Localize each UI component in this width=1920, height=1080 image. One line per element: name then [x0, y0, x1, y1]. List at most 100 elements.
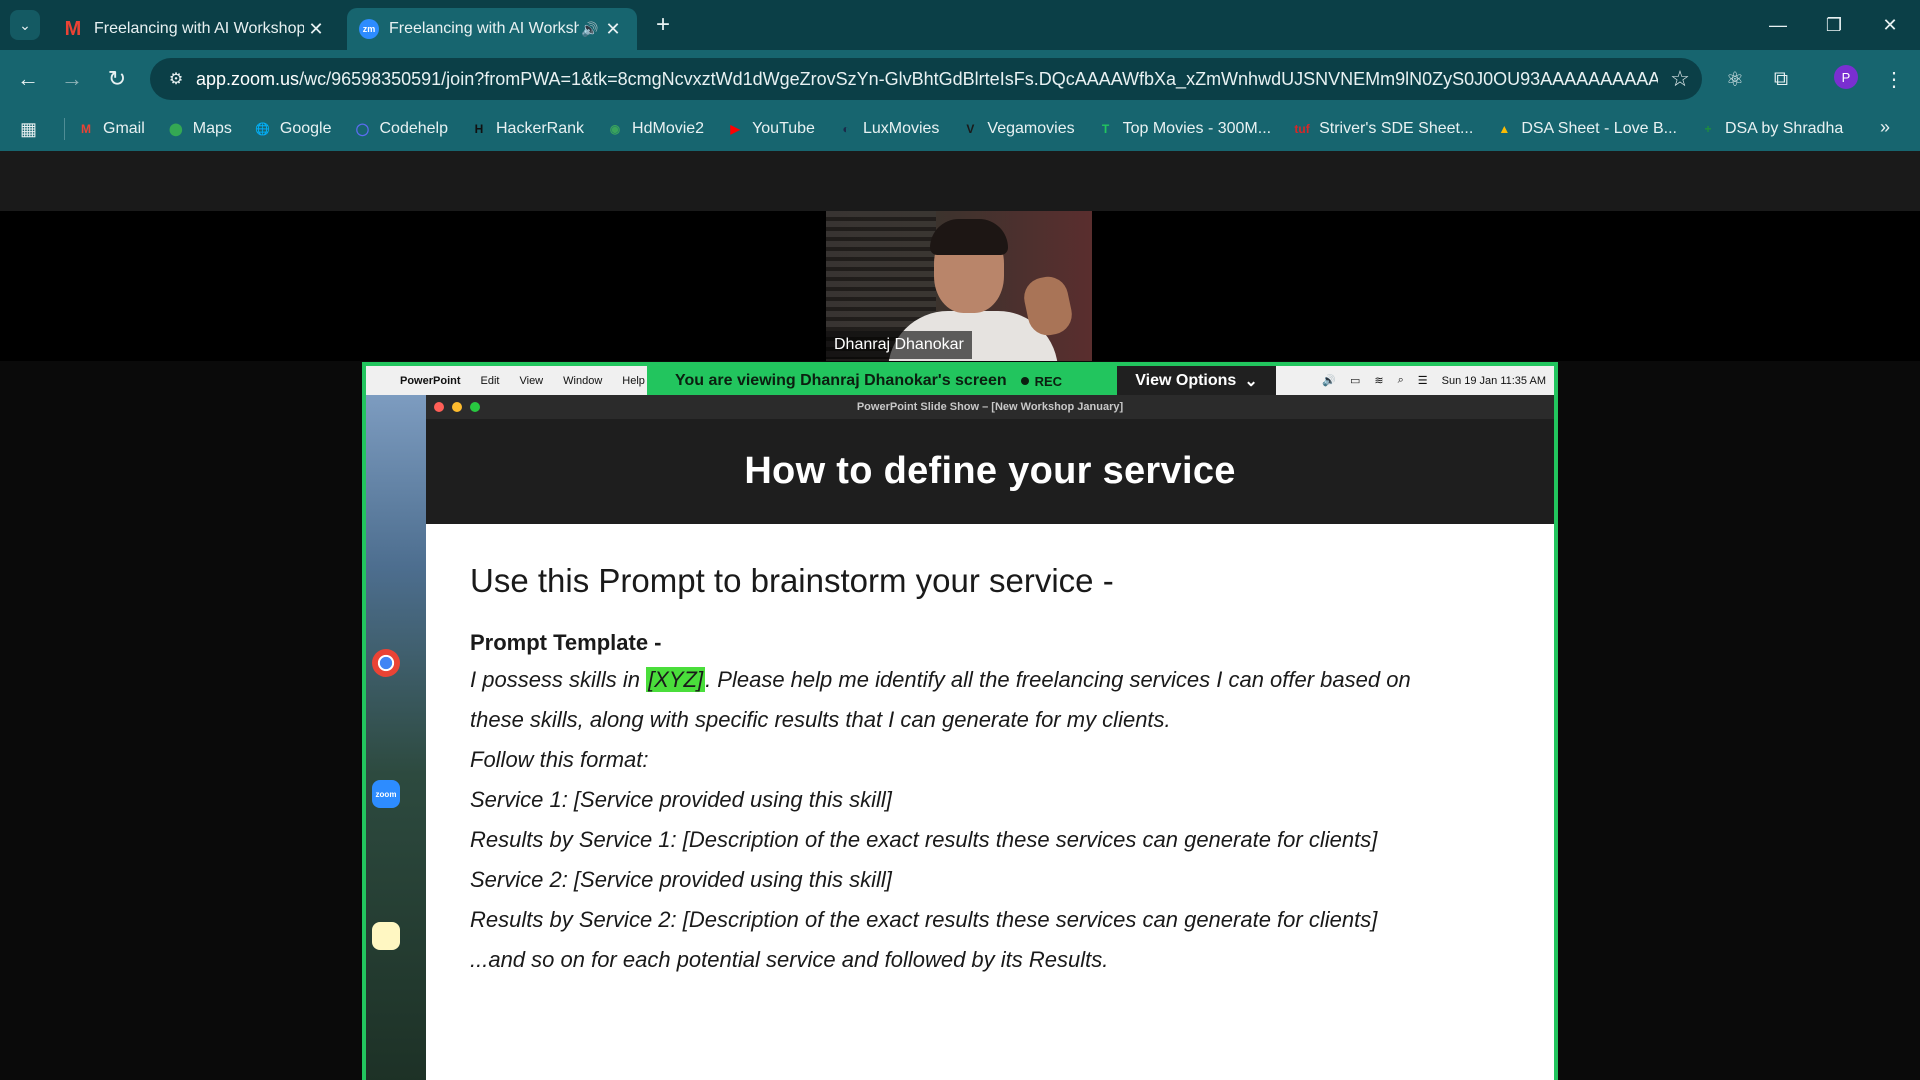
bookmark-label: DSA Sheet - Love B... — [1521, 120, 1677, 137]
mac-desktop: zoom — [366, 395, 426, 1080]
vegamovies-icon: V — [966, 122, 975, 136]
notes-icon — [372, 922, 400, 950]
browser-toolbar: ← → ↻ ⚙ app.zoom.us/wc/96598350591/join?… — [0, 50, 1920, 107]
bookmark-google[interactable]: 🌐 Google — [254, 120, 332, 138]
reload-icon[interactable]: ↻ — [101, 63, 133, 95]
minimize-icon[interactable]: — — [1750, 0, 1806, 50]
bookmark-label: DSA by Shradha — [1724, 120, 1844, 137]
share-banner-text: You are viewing Dhanraj Dhanokar's scree… — [675, 372, 1007, 389]
bookmark-dsa-sheet-love-b[interactable]: ▲ DSA Sheet - Love B... — [1495, 120, 1677, 138]
bookmark-youtube[interactable]: ▶ YouTube — [726, 120, 815, 138]
bookmark-maps[interactable]: ⬤ Maps — [167, 120, 232, 138]
url-path: /wc/96598350591/join?fromPWA=1&tk=8cmgNc… — [299, 68, 1658, 89]
battery-icon: ▭ — [1349, 375, 1361, 387]
youtube-icon: ▶ — [730, 122, 740, 136]
sheets-icon: + — [1704, 122, 1712, 136]
forward-arrow-icon[interactable]: → — [56, 63, 88, 95]
mac-menu-help: Help — [622, 374, 645, 387]
bookmark-codehelp[interactable]: ◯ Codehelp — [354, 120, 449, 138]
bookmark-hdmovie2[interactable]: ◉ HdMovie2 — [606, 120, 704, 138]
view-options-button[interactable]: View Options ⌄ — [1117, 366, 1276, 396]
bookmark-label: Google — [279, 120, 332, 137]
zoom-meeting-area: Dhanraj Dhanokar PowerPoint Edit View Wi… — [0, 151, 1920, 1080]
prompt-line-start: I possess skills in — [470, 667, 647, 692]
globe-icon: 🌐 — [255, 122, 271, 136]
bookmark-label: HdMovie2 — [632, 120, 705, 137]
volume-icon: 🔊 — [1322, 375, 1336, 387]
powerpoint-window: PowerPoint Slide Show – [New Workshop Ja… — [426, 395, 1554, 1080]
close-window-icon[interactable]: ✕ — [1862, 0, 1918, 50]
gmail-icon: M — [81, 122, 91, 136]
mac-status-area: 🔊 ▭ ≋ ⌕ ☰ Sun 19 Jan 11:35 AM — [1308, 366, 1546, 395]
participant-hair — [930, 219, 1008, 255]
close-tab-icon[interactable]: ✕ — [601, 19, 625, 40]
spotlight-search-icon: ⌕ — [1397, 374, 1404, 386]
restore-icon[interactable]: ❐ — [1806, 0, 1862, 50]
drive-icon: ▲ — [1498, 122, 1511, 136]
bookmark-label: Gmail — [103, 120, 145, 137]
prompt-line: Follow this format: — [470, 747, 649, 772]
bookmark-star-icon[interactable]: ☆ — [1658, 66, 1702, 92]
profile-avatar[interactable]: P — [1834, 65, 1858, 89]
bookmarks-list: M Gmail ⬤ Maps 🌐 Google ◯ Codehelp H HackerRank ◉ H… — [77, 120, 1865, 138]
recording-indicator: REC — [1020, 374, 1062, 389]
tab-inactive[interactable]: M Freelancing with AI Workshop ( ✕ — [50, 8, 340, 50]
bookmark-hackerrank[interactable]: H HackerRank — [470, 120, 584, 138]
bookmark-label: Vegamovies — [987, 120, 1075, 137]
prompt-line: I possess skills in [XYZ]. Please help m… — [470, 660, 1554, 700]
tab-active[interactable]: zm Freelancing with AI Worksh 🔊 ✕ — [347, 8, 637, 50]
share-banner: You are viewing Dhanraj Dhanokar's scree… — [647, 366, 1117, 396]
slide-body: Use this Prompt to brainstorm your servi… — [426, 524, 1554, 1080]
mac-clock: Sun 19 Jan 11:35 AM — [1441, 374, 1546, 387]
zoom-top-bar — [0, 151, 1920, 211]
bookmark-gmail[interactable]: M Gmail — [77, 120, 145, 138]
bookmark-vegamovies[interactable]: V Vegamovies — [961, 120, 1074, 138]
tab-title: Freelancing with AI Worksh — [389, 20, 579, 37]
bookmark-label: LuxMovies — [862, 120, 940, 137]
codehelp-icon: ◯ — [355, 122, 370, 136]
tab-search-chevron-icon[interactable]: ⌄ — [10, 10, 40, 40]
tuf-icon: tuf — [1294, 122, 1310, 136]
tab-title: Freelancing with AI Workshop ( — [94, 20, 304, 37]
zoom-icon: zm — [359, 19, 379, 39]
new-tab-button[interactable]: + — [648, 10, 678, 40]
slide-subtitle: Use this Prompt to brainstorm your servi… — [470, 562, 1114, 599]
react-devtools-icon[interactable]: ⚛ — [1719, 63, 1751, 95]
bookmark-label: Top Movies - 300M... — [1122, 120, 1272, 137]
mac-menu-edit: Edit — [480, 374, 500, 387]
speaker-icon[interactable]: 🔊 — [579, 21, 601, 38]
bookmark-striver-s-sde-sheet[interactable]: tuf Striver's SDE Sheet... — [1293, 120, 1473, 138]
prompt-line: Results by Service 1: [Description of th… — [470, 827, 1378, 852]
bookmarks-bar: ▦ M Gmail ⬤ Maps 🌐 Google ◯ Codehelp H HackerRank… — [0, 107, 1920, 151]
address-bar[interactable]: ⚙ app.zoom.us/wc/96598350591/join?fromPW… — [150, 58, 1702, 100]
back-arrow-icon[interactable]: ← — [12, 63, 44, 95]
site-info-icon[interactable]: ⚙ — [156, 69, 196, 89]
extensions-puzzle-icon[interactable]: ⧉ — [1765, 63, 1797, 95]
bookmark-label: YouTube — [752, 120, 815, 137]
url-text[interactable]: app.zoom.us/wc/96598350591/join?fromPWA=… — [196, 69, 1658, 90]
record-dot-icon — [1020, 377, 1029, 385]
mac-menu-window: Window — [563, 374, 603, 387]
apps-grid-icon[interactable]: ▦ — [20, 119, 46, 140]
bookmark-label: Codehelp — [379, 120, 449, 137]
prompt-line: Service 2: [Service provided using this … — [470, 867, 892, 892]
more-bookmarks-icon[interactable]: » — [1880, 117, 1890, 138]
slide-title: How to define your service — [426, 419, 1554, 524]
chrome-menu-icon[interactable]: ⋮ — [1878, 63, 1910, 95]
mac-menu-view: View — [519, 374, 544, 387]
prompt-line-rest: . Please help me identify all the freela… — [705, 667, 1411, 692]
shared-screen: PowerPoint Edit View Window Help 🔊 ▭ ≋ ⌕… — [362, 362, 1558, 1080]
bookmark-luxmovies[interactable]: ◐ LuxMovies — [837, 120, 939, 138]
mac-menu-app: PowerPoint — [400, 374, 461, 387]
bookmark-dsa-by-shradha[interactable]: + DSA by Shradha — [1699, 120, 1843, 138]
hackerrank-icon: H — [474, 122, 484, 136]
close-tab-icon[interactable]: ✕ — [304, 19, 328, 40]
topmovies-icon: T — [1101, 122, 1110, 136]
bookmark-label: Striver's SDE Sheet... — [1319, 120, 1474, 137]
chrome-icon — [372, 649, 400, 677]
bookmark-top-movies-300m[interactable]: T Top Movies - 300M... — [1097, 120, 1272, 138]
participant-name-tag: Dhanraj Dhanokar — [826, 331, 972, 359]
bookmark-label: HackerRank — [496, 120, 585, 137]
chevron-down-icon: ⌄ — [1244, 373, 1258, 390]
bookmark-label: Maps — [192, 120, 232, 137]
